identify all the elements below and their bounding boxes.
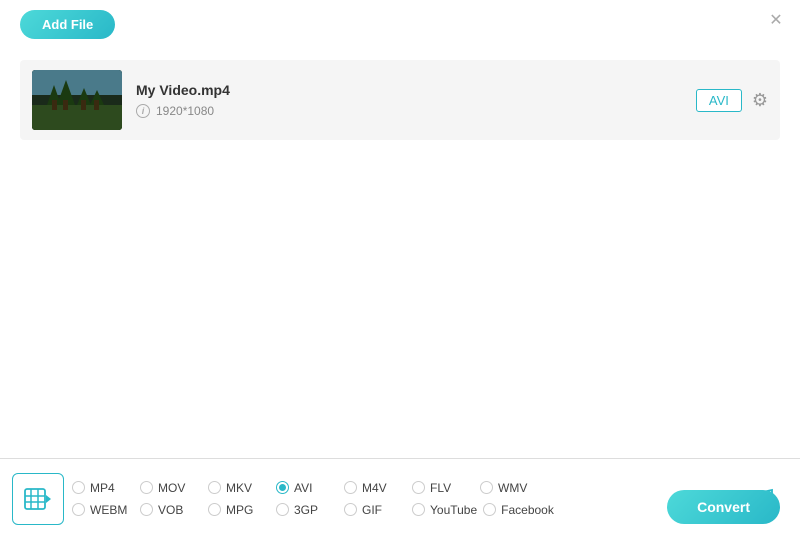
- format-label-mov: MOV: [158, 481, 185, 495]
- radio-mpg: [208, 503, 221, 516]
- format-option-youtube[interactable]: YouTube: [412, 503, 477, 517]
- format-label-webm: WEBM: [90, 503, 127, 517]
- format-label-mkv: MKV: [226, 481, 252, 495]
- video-thumbnail: [32, 70, 122, 130]
- file-actions: AVI ⚙: [696, 89, 768, 112]
- radio-facebook: [483, 503, 496, 516]
- radio-webm: [72, 503, 85, 516]
- settings-icon[interactable]: ⚙: [752, 90, 768, 111]
- radio-youtube: [412, 503, 425, 516]
- info-icon: i: [136, 104, 150, 118]
- format-option-mp4[interactable]: MP4: [72, 481, 134, 495]
- format-label-avi: AVI: [294, 481, 312, 495]
- radio-mp4: [72, 481, 85, 494]
- format-label-flv: FLV: [430, 481, 451, 495]
- format-option-webm[interactable]: WEBM: [72, 503, 134, 517]
- main-content-area: My Video.mp4 i 1920*1080 AVI ⚙: [20, 60, 780, 438]
- file-name: My Video.mp4: [136, 82, 682, 98]
- format-option-mpg[interactable]: MPG: [208, 503, 270, 517]
- format-label-gif: GIF: [362, 503, 382, 517]
- format-option-m4v[interactable]: M4V: [344, 481, 406, 495]
- format-option-vob[interactable]: VOB: [140, 503, 202, 517]
- format-option-wmv[interactable]: WMV: [480, 481, 542, 495]
- format-option-flv[interactable]: FLV: [412, 481, 474, 495]
- file-info: My Video.mp4 i 1920*1080: [136, 82, 682, 118]
- format-row1: MP4 MOV MKV AVI M4V FLV WMV: [72, 481, 728, 495]
- format-badge-button[interactable]: AVI: [696, 89, 742, 112]
- file-meta: i 1920*1080: [136, 104, 682, 118]
- format-label-3gp: 3GP: [294, 503, 318, 517]
- format-label-m4v: M4V: [362, 481, 387, 495]
- format-label-facebook: Facebook: [501, 503, 554, 517]
- format-option-gif[interactable]: GIF: [344, 503, 406, 517]
- format-option-mkv[interactable]: MKV: [208, 481, 270, 495]
- file-item: My Video.mp4 i 1920*1080 AVI ⚙: [20, 60, 780, 140]
- radio-vob: [140, 503, 153, 516]
- radio-wmv: [480, 481, 493, 494]
- radio-gif: [344, 503, 357, 516]
- radio-avi: [276, 481, 289, 494]
- format-label-mp4: MP4: [90, 481, 115, 495]
- format-option-avi[interactable]: AVI: [276, 481, 338, 495]
- add-file-button[interactable]: Add File: [20, 10, 115, 39]
- format-label-vob: VOB: [158, 503, 183, 517]
- file-resolution: 1920*1080: [156, 104, 214, 118]
- video-format-icon-box[interactable]: [12, 473, 64, 525]
- format-option-mov[interactable]: MOV: [140, 481, 202, 495]
- radio-mov: [140, 481, 153, 494]
- format-label-youtube: YouTube: [430, 503, 477, 517]
- format-row2: WEBM VOB MPG 3GP GIF YouTube Facebook: [72, 503, 728, 517]
- radio-m4v: [344, 481, 357, 494]
- format-label-mpg: MPG: [226, 503, 253, 517]
- convert-button[interactable]: Convert: [667, 490, 780, 524]
- format-option-facebook[interactable]: Facebook: [483, 503, 554, 517]
- format-label-wmv: WMV: [498, 481, 527, 495]
- close-button[interactable]: ✕: [766, 10, 786, 30]
- format-options: MP4 MOV MKV AVI M4V FLV WMV WEBM VOB MPG 3GP GIF You…: [64, 477, 736, 521]
- radio-mkv: [208, 481, 221, 494]
- format-option-3gp[interactable]: 3GP: [276, 503, 338, 517]
- radio-3gp: [276, 503, 289, 516]
- radio-flv: [412, 481, 425, 494]
